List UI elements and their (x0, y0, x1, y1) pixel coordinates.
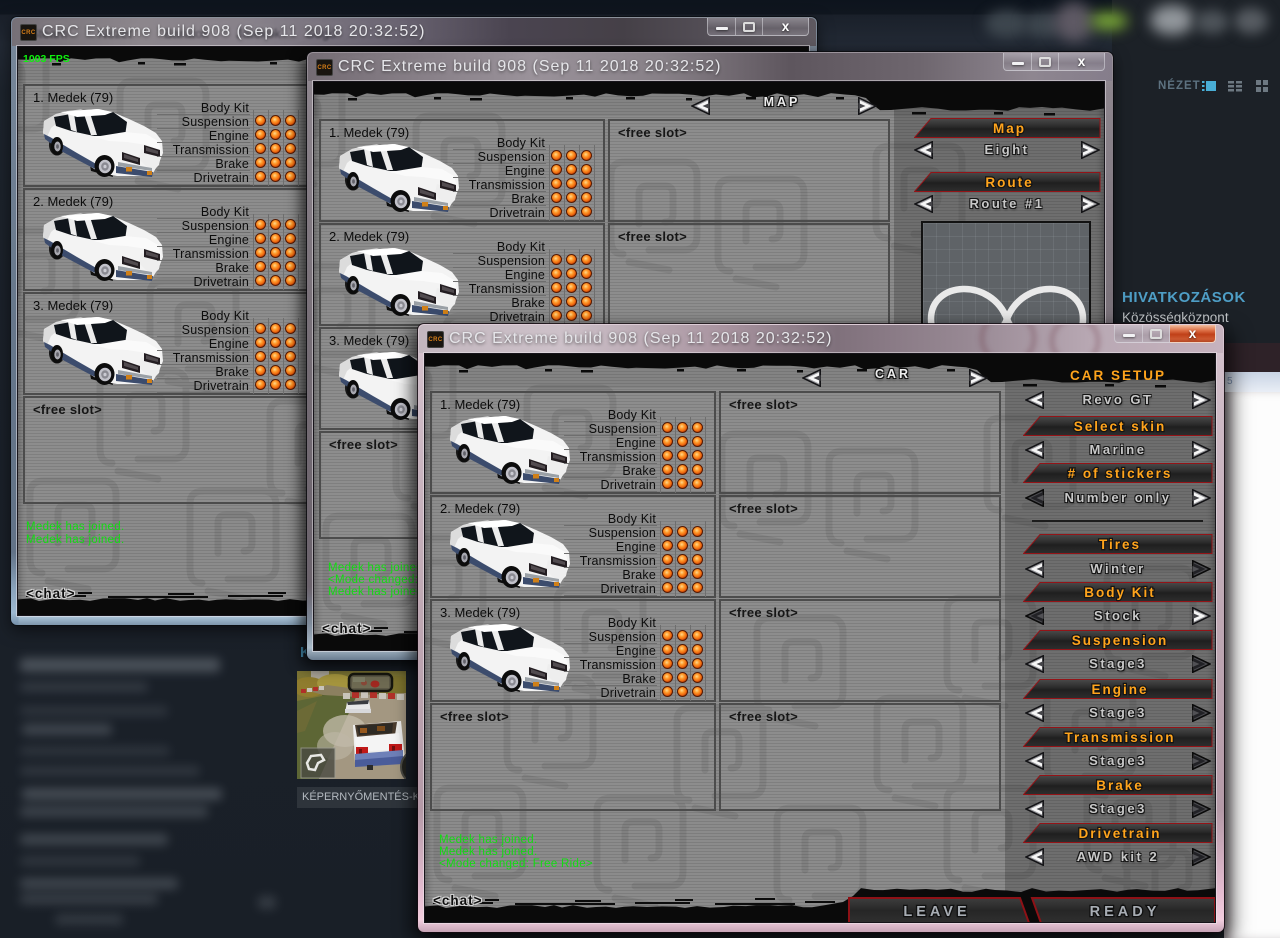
svg-text:Drivetrain: Drivetrain (1078, 826, 1161, 841)
svg-text:LEAVE: LEAVE (903, 904, 970, 920)
svg-text:Tires: Tires (1099, 537, 1141, 552)
svg-text:Route: Route (985, 175, 1033, 190)
svg-text:Select skin: Select skin (1074, 419, 1167, 434)
svg-text:READY: READY (1090, 904, 1161, 920)
svg-text:Brake: Brake (1096, 778, 1144, 793)
svg-text:Map: Map (993, 121, 1026, 136)
svg-text:Suspension: Suspension (1072, 633, 1169, 648)
svg-text:Body Kit: Body Kit (1084, 585, 1156, 600)
svg-text:Engine: Engine (1091, 682, 1148, 697)
svg-text:# of stickers: # of stickers (1068, 466, 1173, 481)
svg-text:Transmission: Transmission (1064, 730, 1175, 745)
